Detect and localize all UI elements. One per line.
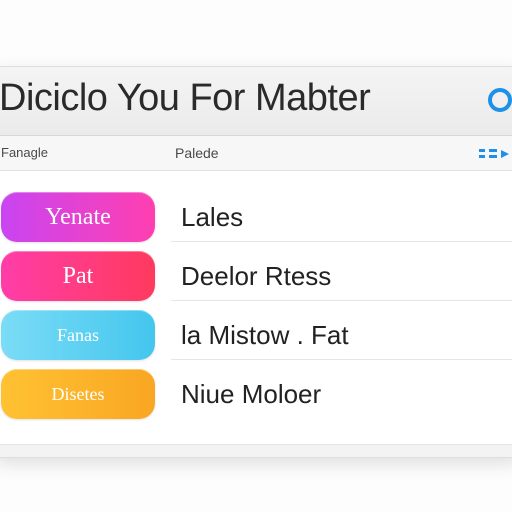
list-item[interactable]: Fanas la Mistow . Fat <box>0 302 512 360</box>
window-footer <box>0 444 512 457</box>
tag-pill-label: Disetes <box>51 383 105 404</box>
row-divider <box>171 359 512 360</box>
row-divider <box>171 241 512 242</box>
list-item[interactable]: Pat Deelor Rtess <box>0 243 512 301</box>
list-item-label: Lales <box>181 202 244 232</box>
tag-pill[interactable]: Disetes <box>1 369 155 419</box>
column-header: Fanagle Palede <box>0 136 512 171</box>
list-item-label: Deelor Rtess <box>181 261 332 291</box>
tag-pill-label: Pat <box>62 262 94 289</box>
column-header-middle[interactable]: Palede <box>175 145 219 161</box>
tag-pill-label: Yenate <box>45 203 111 230</box>
tag-pill[interactable]: Yenate <box>1 192 155 242</box>
window-title: Diciclo You For Mabter <box>0 77 371 119</box>
title-bar: Diciclo You For Mabter <box>0 67 512 136</box>
app-window: Diciclo You For Mabter Fanagle Palede Ye… <box>0 66 512 458</box>
tag-pill[interactable]: Fanas <box>1 310 155 360</box>
arrows-icon[interactable] <box>479 148 511 160</box>
list-item-label: Niue Moloer <box>181 379 322 409</box>
list-item[interactable]: Disetes Niue Moloer <box>0 361 512 419</box>
page: Diciclo You For Mabter Fanagle Palede Ye… <box>0 0 512 512</box>
circle-icon[interactable] <box>487 87 512 113</box>
tag-pill-label: Fanas <box>57 324 99 345</box>
list-item[interactable]: Yenate Lales <box>0 184 512 242</box>
column-header-left[interactable]: Fanagle <box>1 145 48 160</box>
row-divider <box>171 300 512 301</box>
list-item-label: la Mistow . Fat <box>181 320 349 350</box>
tag-pill[interactable]: Pat <box>1 251 155 301</box>
